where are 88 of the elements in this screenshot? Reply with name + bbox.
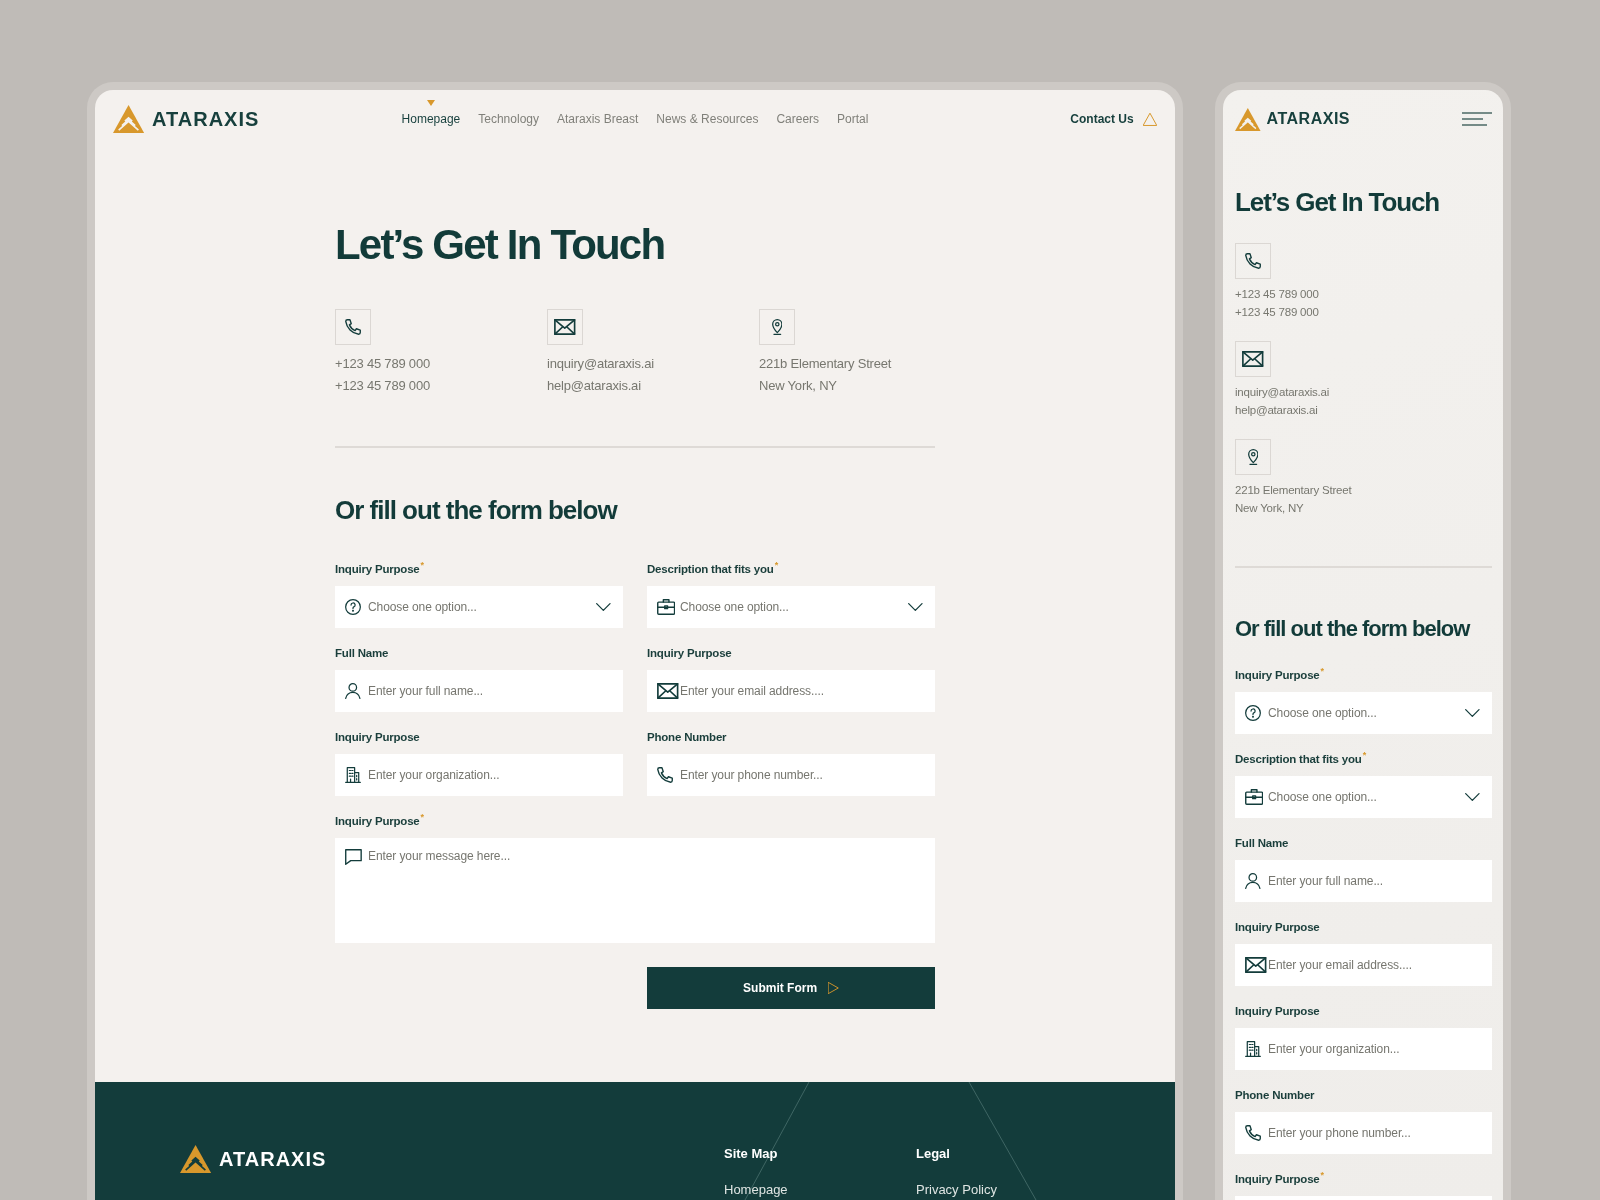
nav-indicator-icon	[426, 100, 435, 106]
submit-button[interactable]: Submit Form	[647, 967, 935, 1009]
email-field[interactable]: Enter your email address....	[1235, 944, 1492, 986]
nav-link[interactable]: News & Resources	[656, 99, 759, 139]
phone-number: +123 45 789 000	[1235, 287, 1319, 302]
field-label: Phone Number	[647, 730, 727, 745]
purpose-dropdown[interactable]: Choose one option...	[1235, 692, 1492, 734]
phone-icon	[657, 767, 673, 783]
field-label: Inquiry Purpose	[647, 646, 732, 661]
field-label: Inquiry Purpose	[1235, 1004, 1320, 1019]
field-label: Inquiry Purpose$^{*}$	[335, 813, 424, 829]
contact-heading: Let’s Get In Touch	[1235, 186, 1440, 218]
logo-icon	[113, 105, 145, 133]
field-label: Inquiry Purpose$^{*}$	[335, 561, 424, 577]
phone-icon	[335, 309, 371, 345]
description-dropdown[interactable]: Choose one option...	[647, 586, 935, 628]
field-label: Description that fits you$^{*}$	[1235, 751, 1366, 767]
chevron-down-icon	[1465, 709, 1480, 717]
envelope-icon	[657, 683, 679, 699]
map-pin-icon	[1235, 439, 1271, 475]
name-field[interactable]: Enter your full name...	[335, 670, 623, 712]
triangle-icon	[1142, 112, 1157, 126]
phone-number: +123 45 789 000	[1235, 305, 1319, 320]
building-icon	[1245, 1041, 1261, 1057]
question-icon	[345, 599, 361, 615]
field-label: Full Name	[1235, 836, 1289, 851]
briefcase-icon	[657, 599, 676, 615]
contact-link[interactable]: Contact Us	[1070, 111, 1157, 127]
menu-icon[interactable]	[1462, 112, 1492, 126]
briefcase-icon	[1245, 789, 1264, 805]
email-field[interactable]: Enter your email address....	[647, 670, 935, 712]
field-label: Inquiry Purpose	[335, 730, 420, 745]
field-label: Description that fits you$^{*}$	[647, 561, 778, 577]
logo-icon	[180, 1145, 212, 1173]
organization-field[interactable]: Enter your organization...	[1235, 1028, 1492, 1070]
envelope-icon	[547, 309, 583, 345]
field-label: Inquiry Purpose$^{*}$	[1235, 667, 1324, 683]
email-address: help@ataraxis.ai	[1235, 403, 1318, 418]
phone-icon	[1235, 243, 1271, 279]
phone-field[interactable]: Enter your phone number...	[1235, 1112, 1492, 1154]
email-address: inquiry@ataraxis.ai	[1235, 385, 1330, 400]
form-heading: Or fill out the form below	[335, 494, 617, 526]
nav-link[interactable]: Careers	[776, 99, 820, 139]
address-line: 221b Elementary Street	[759, 355, 892, 373]
address-line: New York, NY	[759, 377, 837, 395]
logo-text: ATARAXIS	[1266, 109, 1350, 129]
person-icon	[1245, 873, 1261, 889]
purpose-dropdown[interactable]: Choose one option...	[335, 586, 623, 628]
logo-text: ATARAXIS	[152, 107, 260, 131]
nav-link[interactable]: Technology	[478, 99, 539, 139]
phone-number: +123 45 789 000	[335, 355, 430, 373]
field-label: Phone Number	[1235, 1088, 1315, 1103]
address-line: New York, NY	[1235, 501, 1304, 516]
contact-heading: Let’s Get In Touch	[335, 220, 665, 270]
email-address: help@ataraxis.ai	[547, 377, 641, 395]
field-label: Inquiry Purpose	[1235, 920, 1320, 935]
message-field[interactable]: Enter your message here...	[335, 838, 935, 943]
name-field[interactable]: Enter your full name...	[1235, 860, 1492, 902]
person-icon	[345, 683, 361, 699]
nav-link[interactable]: Ataraxis Breast	[557, 99, 639, 139]
description-dropdown[interactable]: Choose one option...	[1235, 776, 1492, 818]
logo-icon	[1235, 107, 1261, 131]
email-address: inquiry@ataraxis.ai	[547, 355, 654, 373]
building-icon	[345, 767, 361, 783]
footer-heading: Legal	[916, 1145, 950, 1163]
speech-bubble-icon	[345, 849, 362, 865]
phone-field[interactable]: Enter your phone number...	[647, 754, 935, 796]
footer-link[interactable]: Homepage	[724, 1182, 788, 1198]
play-icon	[828, 982, 839, 994]
organization-field[interactable]: Enter your organization...	[335, 754, 623, 796]
map-pin-icon	[759, 309, 795, 345]
form-heading: Or fill out the form below	[1235, 615, 1470, 643]
nav-link[interactable]: Homepage	[401, 99, 461, 139]
phone-number: +123 45 789 000	[335, 377, 430, 395]
question-icon	[1245, 705, 1261, 721]
footer-heading: Site Map	[724, 1145, 778, 1163]
footer-link[interactable]: Privacy Policy	[916, 1182, 997, 1198]
field-label: Inquiry Purpose$^{*}$	[1235, 1171, 1324, 1187]
envelope-icon	[1245, 957, 1267, 973]
address-line: 221b Elementary Street	[1235, 483, 1352, 498]
logo-text: ATARAXIS	[219, 1147, 327, 1171]
chevron-down-icon	[1465, 793, 1480, 801]
chevron-down-icon	[908, 603, 923, 611]
phone-icon	[1245, 1125, 1261, 1141]
nav-link[interactable]: Portal	[837, 99, 869, 139]
field-label: Full Name	[335, 646, 389, 661]
chevron-down-icon	[596, 603, 611, 611]
envelope-icon	[1235, 341, 1271, 377]
